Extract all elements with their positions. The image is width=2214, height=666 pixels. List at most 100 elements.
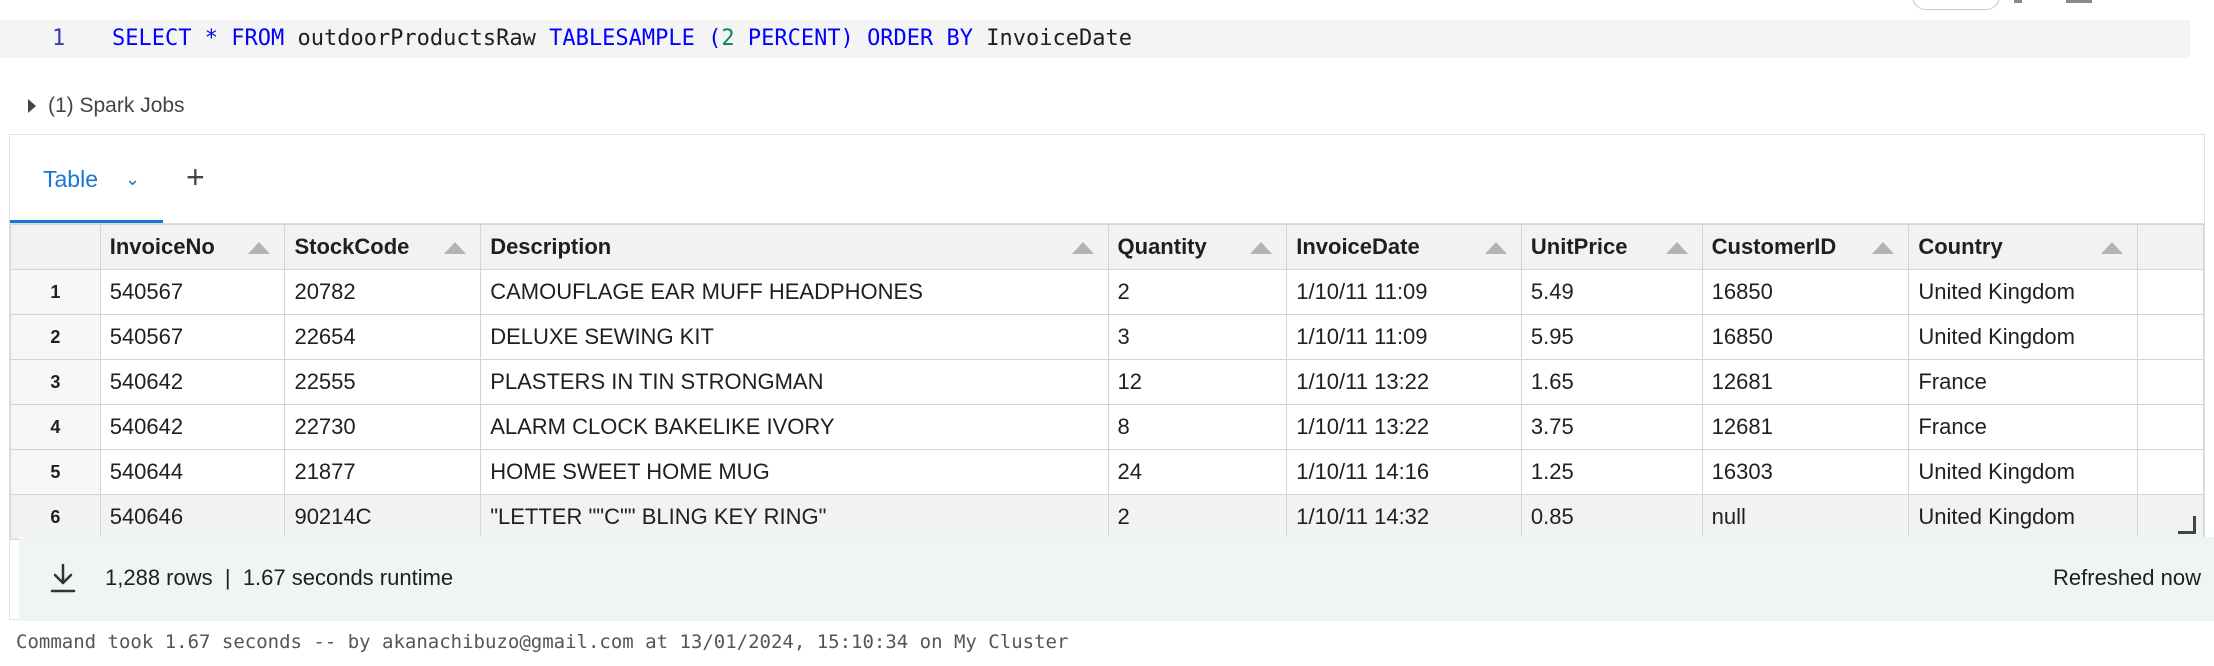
table-cell[interactable]: 540567 [99, 314, 286, 360]
table-cell[interactable]: 3 [1107, 314, 1288, 360]
table-row[interactable]: 5 540644 21877 HOME SWEET HOME MUG 24 1/… [10, 449, 2204, 495]
col-header[interactable]: UnitPrice [1520, 224, 1703, 270]
top-toolbar-remnant [0, 0, 2214, 14]
chevron-down-icon[interactable]: ⌄ [125, 169, 140, 190]
table-cell[interactable]: 90214C [284, 494, 482, 540]
table-row[interactable]: 4 540642 22730 ALARM CLOCK BAKELIKE IVOR… [10, 404, 2204, 450]
col-header[interactable]: Quantity [1107, 224, 1288, 270]
sort-icon[interactable] [444, 242, 467, 254]
toolbar-icon[interactable] [2014, 0, 2022, 3]
sort-icon[interactable] [1872, 242, 1895, 254]
col-header[interactable]: InvoiceDate [1286, 224, 1522, 270]
table-cell[interactable]: 16850 [1701, 269, 1910, 315]
table-cell[interactable]: CAMOUFLAGE EAR MUFF HEADPHONES [480, 269, 1109, 315]
header-filler [2137, 224, 2204, 270]
table-cell[interactable]: 540644 [99, 449, 286, 495]
table-cell[interactable]: France [1908, 404, 2139, 450]
sort-icon[interactable] [1484, 242, 1507, 254]
col-header[interactable]: Description [480, 224, 1109, 270]
table-cell[interactable]: 540642 [99, 359, 286, 405]
sort-icon[interactable] [1250, 242, 1273, 254]
table-cell[interactable]: 24 [1107, 449, 1288, 495]
table-cell[interactable]: HOME SWEET HOME MUG [480, 449, 1109, 495]
table-cell[interactable]: United Kingdom [1908, 314, 2139, 360]
table-row[interactable]: 3 540642 22555 PLASTERS IN TIN STRONGMAN… [10, 359, 2204, 405]
row-filler [2137, 359, 2204, 405]
table-cell[interactable]: 5.49 [1520, 269, 1703, 315]
table-row[interactable]: 1 540567 20782 CAMOUFLAGE EAR MUFF HEADP… [10, 269, 2204, 315]
table-cell[interactable]: 1/10/11 13:22 [1286, 359, 1522, 405]
col-header[interactable]: Country [1908, 224, 2139, 270]
row-number: 2 [10, 314, 101, 360]
table-cell[interactable]: 22730 [284, 404, 482, 450]
table-cell[interactable]: 8 [1107, 404, 1288, 450]
table-cell[interactable]: 16303 [1701, 449, 1910, 495]
stats-separator: | [224, 565, 231, 590]
table-cell[interactable]: DELUXE SEWING KIT [480, 314, 1109, 360]
table-cell[interactable]: 12 [1107, 359, 1288, 405]
row-number: 5 [10, 449, 101, 495]
download-icon[interactable] [49, 563, 77, 595]
row-count: 1,288 rows [105, 565, 213, 590]
result-tabbar: Table ⌄ + [10, 135, 2204, 224]
table-cell[interactable]: 1/10/11 13:22 [1286, 404, 1522, 450]
table-cell[interactable]: United Kingdom [1908, 269, 2139, 315]
table-cell[interactable]: 1.65 [1520, 359, 1703, 405]
table-cell[interactable]: 1.25 [1520, 449, 1703, 495]
table-cell[interactable]: France [1908, 359, 2139, 405]
resize-handle-icon[interactable] [2178, 516, 2196, 534]
table-cell[interactable]: 5.95 [1520, 314, 1703, 360]
table-cell[interactable]: ALARM CLOCK BAKELIKE IVORY [480, 404, 1109, 450]
sort-icon[interactable] [248, 242, 271, 254]
order-column: InvoiceDate [986, 26, 1132, 51]
kw-star: * [204, 26, 218, 51]
line-number: 1 [52, 26, 66, 51]
row-filler [2137, 269, 2204, 315]
table-cell[interactable]: 1/10/11 11:09 [1286, 314, 1522, 360]
table-cell[interactable]: 1/10/11 14:32 [1286, 494, 1522, 540]
sql-query[interactable]: SELECT * FROM outdoorProductsRaw TABLESA… [112, 26, 1132, 51]
table-cell[interactable]: PLASTERS IN TIN STRONGMAN [480, 359, 1109, 405]
sort-icon[interactable] [1665, 242, 1688, 254]
table-cell[interactable]: 0.85 [1520, 494, 1703, 540]
table-cell[interactable]: 540642 [99, 404, 286, 450]
sort-icon[interactable] [1071, 242, 1094, 254]
table-cell[interactable]: 2 [1107, 269, 1288, 315]
table-cell[interactable]: 12681 [1701, 359, 1910, 405]
spark-jobs-toggle[interactable]: (1) Spark Jobs [28, 94, 185, 118]
table-cell[interactable]: 12681 [1701, 404, 1910, 450]
table-cell[interactable]: 21877 [284, 449, 482, 495]
table-cell[interactable]: 22555 [284, 359, 482, 405]
table-cell[interactable]: 2 [1107, 494, 1288, 540]
table-cell[interactable]: 3.75 [1520, 404, 1703, 450]
col-header-label: StockCode [294, 234, 410, 259]
row-filler [2137, 449, 2204, 495]
refresh-status: Refreshed now [2053, 565, 2201, 590]
table-cell[interactable]: 1/10/11 11:09 [1286, 269, 1522, 315]
col-header-label: InvoiceNo [109, 234, 215, 259]
table-row[interactable]: 6 540646 90214C "LETTER ""C"" BLING KEY … [10, 494, 2204, 540]
kw-from: FROM [231, 26, 285, 51]
menu-icon[interactable] [2066, 0, 2092, 3]
table-cell[interactable]: 20782 [284, 269, 482, 315]
language-badge[interactable] [1912, 0, 2000, 10]
table-cell[interactable]: "LETTER ""C"" BLING KEY RING" [480, 494, 1109, 540]
code-editor-line[interactable]: 1 SELECT * FROM outdoorProductsRaw TABLE… [0, 20, 2190, 58]
col-header[interactable]: CustomerID [1701, 224, 1910, 270]
table-cell[interactable]: United Kingdom [1908, 449, 2139, 495]
add-visualization-button[interactable]: + [186, 159, 205, 196]
table-cell[interactable]: 540567 [99, 269, 286, 315]
tab-table[interactable]: Table ⌄ [10, 135, 163, 223]
col-header[interactable]: StockCode [284, 224, 482, 270]
table-cell[interactable]: 16850 [1701, 314, 1910, 360]
table-cell[interactable]: 1/10/11 14:16 [1286, 449, 1522, 495]
table-cell[interactable]: null [1701, 494, 1910, 540]
sort-icon[interactable] [2101, 242, 2124, 254]
col-header-label: UnitPrice [1530, 234, 1628, 259]
table-row[interactable]: 2 540567 22654 DELUXE SEWING KIT 3 1/10/… [10, 314, 2204, 360]
runtime-text: 1.67 seconds runtime [242, 565, 454, 590]
table-cell[interactable]: 22654 [284, 314, 482, 360]
table-cell[interactable]: 540646 [99, 494, 286, 540]
col-header[interactable]: InvoiceNo [99, 224, 286, 270]
table-cell[interactable]: United Kingdom [1908, 494, 2139, 540]
